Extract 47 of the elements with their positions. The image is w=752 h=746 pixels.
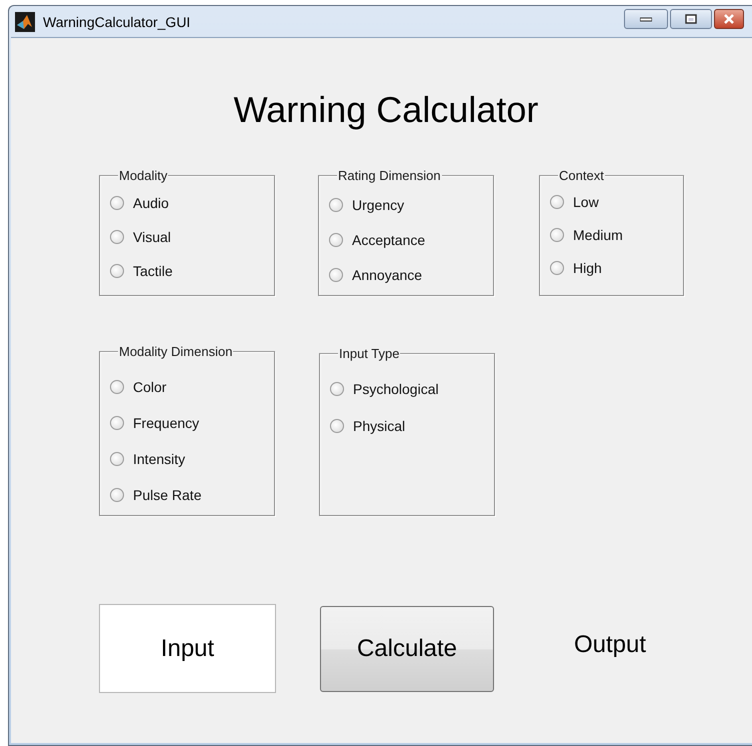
group-title: Rating Dimension bbox=[337, 168, 442, 183]
group-title: Input Type bbox=[338, 346, 400, 361]
radio-label[interactable]: Medium bbox=[573, 226, 623, 242]
radio-button[interactable] bbox=[550, 260, 564, 274]
input-field[interactable]: Input bbox=[99, 604, 276, 693]
radio-label[interactable]: Urgency bbox=[352, 196, 404, 212]
minimize-button[interactable] bbox=[624, 8, 668, 28]
radio-label[interactable]: Low bbox=[573, 194, 599, 210]
output-label: Output bbox=[574, 630, 646, 658]
radio-button[interactable] bbox=[110, 230, 124, 244]
radio-label[interactable]: Pulse Rate bbox=[133, 487, 202, 503]
radio-label[interactable]: Intensity bbox=[133, 451, 186, 467]
app-logo-icon bbox=[15, 12, 35, 32]
radio-button[interactable] bbox=[550, 228, 564, 242]
radio-button[interactable] bbox=[329, 268, 343, 282]
radio-button[interactable] bbox=[329, 232, 343, 246]
radio-button[interactable] bbox=[329, 198, 343, 212]
radio-label[interactable]: Color bbox=[133, 379, 166, 395]
radio-button[interactable] bbox=[110, 380, 124, 394]
radio-button[interactable] bbox=[330, 418, 344, 432]
minimize-icon bbox=[640, 16, 652, 22]
radio-button[interactable] bbox=[110, 488, 124, 502]
group-title: Modality bbox=[118, 168, 168, 183]
radio-label[interactable]: Annoyance bbox=[352, 266, 422, 282]
radio-button[interactable] bbox=[110, 196, 124, 210]
maximize-icon bbox=[685, 14, 697, 24]
close-icon bbox=[723, 14, 735, 24]
window-title: WarningCalculator_GUI bbox=[43, 14, 192, 30]
radio-label[interactable]: Psychological bbox=[353, 380, 439, 396]
radio-label[interactable]: Tactile bbox=[133, 263, 173, 279]
group-title: Modality Dimension bbox=[118, 344, 234, 359]
radio-label[interactable]: Frequency bbox=[133, 415, 200, 431]
radio-label[interactable]: High bbox=[573, 260, 602, 276]
maximize-button[interactable] bbox=[670, 8, 712, 28]
calculate-button[interactable]: Calculate bbox=[320, 606, 494, 692]
radio-button[interactable] bbox=[110, 452, 124, 466]
radio-button[interactable] bbox=[550, 194, 564, 208]
app-heading: Warning Calculator bbox=[232, 88, 540, 131]
radio-label[interactable]: Acceptance bbox=[352, 232, 426, 248]
radio-label[interactable]: Audio bbox=[133, 195, 169, 211]
group-title: Context bbox=[558, 168, 605, 183]
radio-button[interactable] bbox=[110, 416, 124, 430]
radio-button[interactable] bbox=[110, 264, 124, 278]
radio-button[interactable] bbox=[330, 382, 344, 396]
radio-label[interactable]: Visual bbox=[133, 229, 171, 245]
close-button[interactable] bbox=[714, 8, 744, 28]
radio-label[interactable]: Physical bbox=[353, 418, 406, 434]
